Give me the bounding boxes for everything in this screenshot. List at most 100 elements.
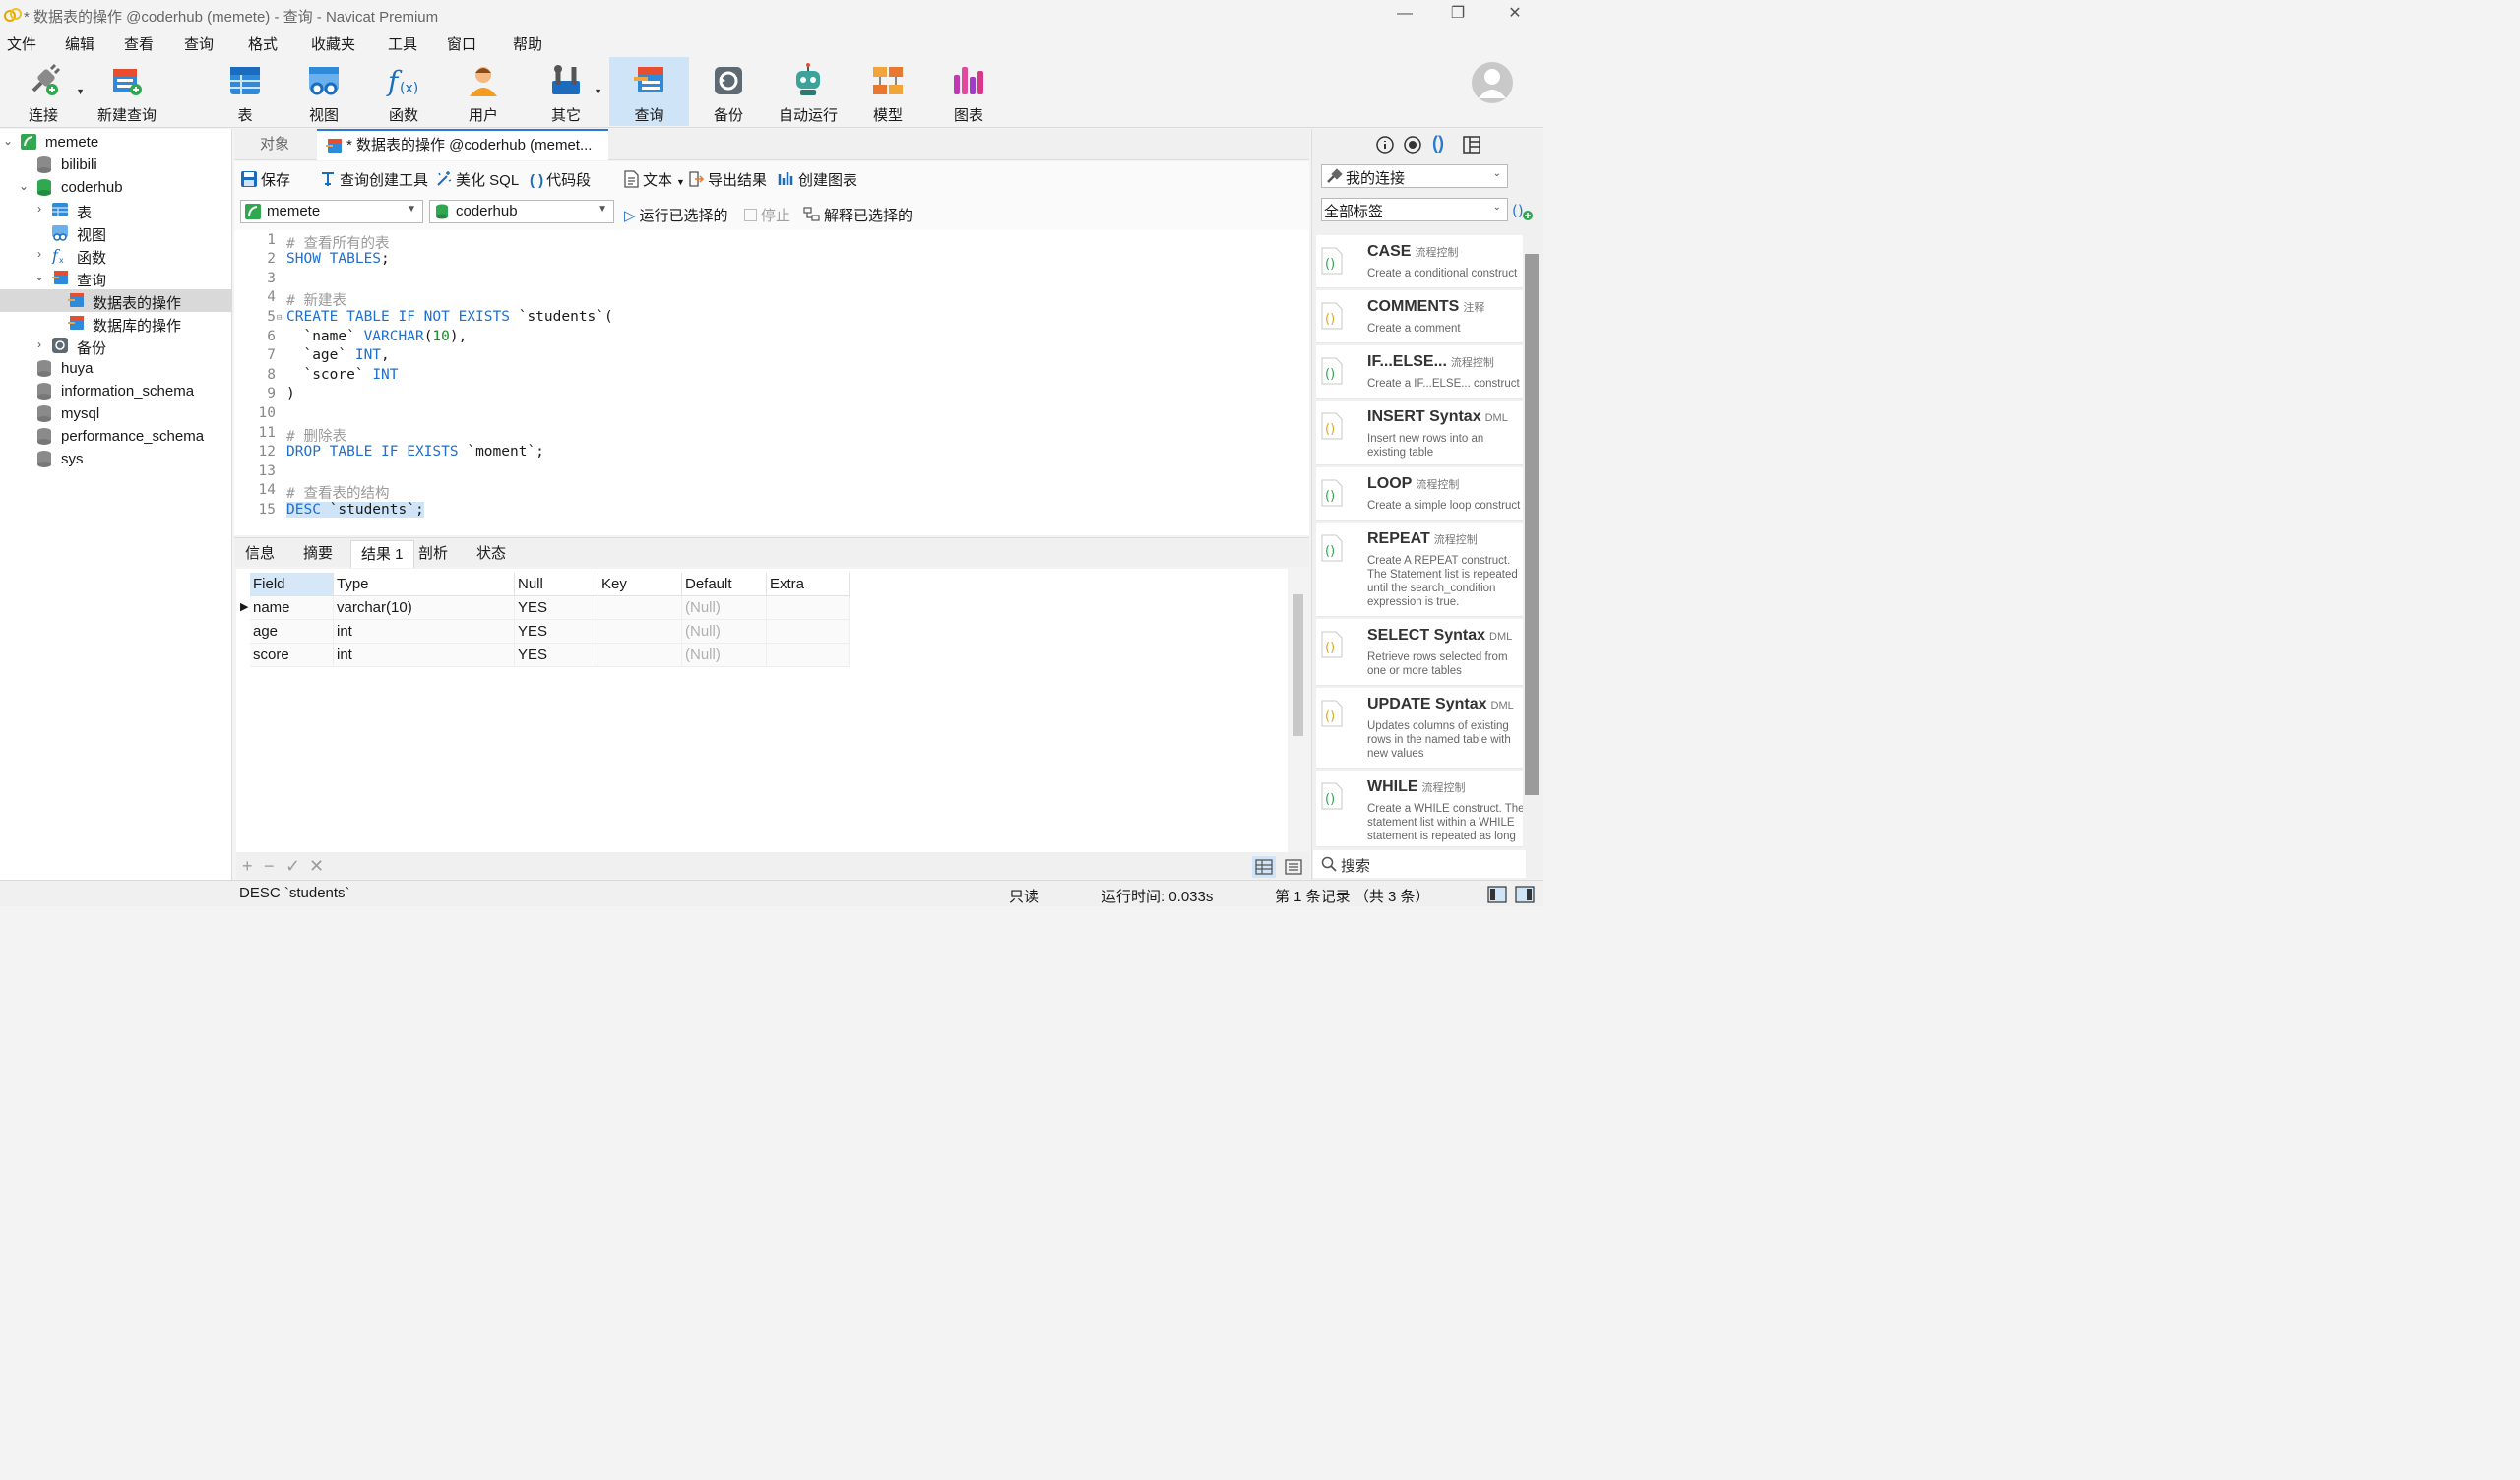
chevron-right-icon[interactable]: › — [33, 338, 45, 351]
discard-changes-button[interactable]: ✕ — [309, 856, 324, 877]
tab-summary[interactable]: 摘要 — [293, 540, 343, 568]
tree-item-views[interactable]: 视图 — [0, 221, 232, 244]
explain-selected-button[interactable]: 解释已选择的 — [803, 205, 913, 226]
tab-profile[interactable]: 剖析 — [409, 540, 458, 568]
column-header[interactable]: Key — [598, 573, 682, 596]
snippet-item[interactable]: () WHILE 流程控制 Create a WHILE construct. T… — [1316, 771, 1523, 847]
export-results-button[interactable]: 导出结果 — [687, 169, 767, 191]
tree-item-information-schema[interactable]: information_schema — [0, 380, 232, 402]
beautify-sql-button[interactable]: 美化 SQL — [435, 169, 519, 191]
grid-cell[interactable]: (Null) — [682, 596, 767, 620]
layout-icon[interactable] — [1462, 135, 1481, 154]
scrollbar-thumb[interactable] — [1293, 594, 1303, 736]
run-selected-button[interactable]: ▷ 运行已选择的 — [624, 205, 728, 226]
column-header[interactable]: Default — [682, 573, 767, 596]
chevron-down-icon[interactable]: ▼ — [594, 87, 602, 96]
column-header[interactable]: Type — [334, 573, 515, 596]
tab-result-1[interactable]: 结果 1 — [350, 540, 414, 568]
grid-cell[interactable]: score — [250, 644, 334, 667]
eye-icon[interactable] — [1403, 135, 1422, 154]
menu-query[interactable]: 查询 — [184, 33, 214, 54]
model-button[interactable]: 模型 — [860, 57, 915, 126]
grid-cell[interactable]: age — [250, 620, 334, 644]
close-button[interactable]: ✕ — [1486, 0, 1544, 28]
view-button[interactable]: 视图 — [297, 57, 350, 126]
stop-button[interactable]: 停止 — [744, 205, 790, 226]
tree-item-bilibili[interactable]: bilibili — [0, 154, 232, 176]
toggle-left-panel-icon[interactable] — [1487, 885, 1507, 904]
snippet-item[interactable]: () IF...ELSE... 流程控制 Create a IF...ELSE..… — [1316, 345, 1523, 399]
chevron-down-icon[interactable]: ⌄ — [18, 179, 30, 193]
chevron-right-icon[interactable]: › — [33, 247, 45, 261]
query-builder-button[interactable]: 查询创建工具 — [319, 169, 428, 191]
grid-cell[interactable]: YES — [515, 620, 598, 644]
menu-tools[interactable]: 工具 — [388, 33, 417, 54]
info-icon[interactable] — [1375, 135, 1395, 154]
automation-button[interactable]: 自动运行 — [774, 57, 843, 126]
grid-cell[interactable] — [598, 644, 682, 667]
snippet-braces-icon[interactable]: () — [1432, 133, 1444, 154]
sql-editor[interactable]: 1 2 3 4 5 6 7 8 9 10 11 12 13 14 15 ⊟ # … — [234, 230, 1309, 535]
chevron-down-icon[interactable]: ⌄ — [33, 270, 45, 283]
snippet-item[interactable]: () CASE 流程控制 Create a conditional constru… — [1316, 235, 1523, 288]
grid-cell[interactable] — [767, 596, 850, 620]
snippet-button[interactable]: ( ) 代码段 — [530, 169, 591, 191]
grid-cell[interactable]: name — [250, 596, 334, 620]
apply-changes-button[interactable]: ✓ — [285, 856, 300, 877]
tree-item-coderhub[interactable]: ⌄ coderhub — [0, 176, 232, 199]
grid-cell[interactable]: YES — [515, 596, 598, 620]
grid-cell[interactable]: (Null) — [682, 620, 767, 644]
fold-marker-icon[interactable]: ⊟ — [277, 313, 282, 323]
tree-item-memete[interactable]: ⌄ memete — [0, 131, 232, 154]
add-snippet-icon[interactable]: () — [1512, 200, 1534, 221]
user-button[interactable]: 用户 — [457, 57, 510, 126]
tree-item-queries[interactable]: ⌄ 查询 — [0, 267, 232, 289]
tree-item-sys[interactable]: sys — [0, 448, 232, 470]
grid-view-icon[interactable] — [1252, 856, 1276, 878]
connect-button[interactable]: 连接 ▼ — [12, 57, 85, 126]
grid-cell[interactable]: YES — [515, 644, 598, 667]
menu-view[interactable]: 查看 — [124, 33, 154, 54]
snippet-item[interactable]: () INSERT Syntax DML Insert new rows into… — [1316, 401, 1523, 465]
snippet-item[interactable]: () LOOP 流程控制 Create a simple loop constru… — [1316, 467, 1523, 521]
menu-window[interactable]: 窗口 — [447, 33, 476, 54]
tag-filter-select[interactable]: 全部标签 ⌄ — [1321, 198, 1508, 221]
column-header[interactable]: Extra — [767, 573, 850, 596]
restore-button[interactable]: ❐ — [1429, 0, 1486, 28]
grid-cell[interactable]: (Null) — [682, 644, 767, 667]
grid-cell[interactable] — [598, 620, 682, 644]
snippet-connection-select[interactable]: 我的连接 ⌄ — [1321, 164, 1508, 188]
chevron-down-icon[interactable]: ▼ — [76, 87, 85, 96]
tab-info[interactable]: 信息 — [235, 540, 284, 568]
function-button[interactable]: f (x) 函数 — [376, 57, 431, 126]
create-chart-button[interactable]: 创建图表 — [778, 169, 857, 191]
tab-status[interactable]: 状态 — [467, 540, 516, 568]
text-mode-button[interactable]: 文本 ▼ — [622, 169, 685, 191]
menu-help[interactable]: 帮助 — [513, 33, 542, 54]
tree-item-huya[interactable]: huya — [0, 357, 232, 380]
form-view-icon[interactable] — [1282, 856, 1305, 878]
snippet-search[interactable]: 搜索 — [1313, 850, 1526, 878]
snippet-item[interactable]: () SELECT Syntax DML Retrieve rows select… — [1316, 619, 1523, 686]
menu-format[interactable]: 格式 — [248, 33, 278, 54]
result-grid[interactable]: Field Type Null Key Default Extra ▶ name… — [236, 569, 1288, 852]
add-record-button[interactable]: + — [242, 856, 253, 877]
tab-objects[interactable]: 对象 — [250, 129, 299, 160]
tree-item-backups[interactable]: › 备份 — [0, 335, 232, 357]
menu-file[interactable]: 文件 — [7, 33, 36, 54]
query-button[interactable]: 查询 — [609, 57, 689, 126]
toggle-right-panel-icon[interactable] — [1515, 885, 1535, 904]
snippet-item[interactable]: () COMMENTS 注释 Create a comment — [1316, 290, 1523, 343]
tab-query-active[interactable]: * 数据表的操作 @coderhub (memet... — [317, 129, 608, 160]
other-button[interactable]: 其它 ▼ — [539, 57, 602, 126]
save-button[interactable]: 保存 — [240, 169, 290, 191]
tree-item-query-table-ops[interactable]: 数据表的操作 — [0, 289, 232, 312]
table-button[interactable]: 表 — [219, 57, 272, 126]
menu-edit[interactable]: 编辑 — [65, 33, 94, 54]
column-header[interactable]: Null — [515, 573, 598, 596]
database-select[interactable]: coderhub ▼ — [429, 200, 614, 223]
new-query-button[interactable]: 新建查询 — [94, 57, 159, 126]
column-header[interactable]: Field — [250, 573, 334, 596]
snippet-scrollbar[interactable] — [1525, 254, 1539, 795]
grid-cell[interactable]: int — [334, 644, 515, 667]
